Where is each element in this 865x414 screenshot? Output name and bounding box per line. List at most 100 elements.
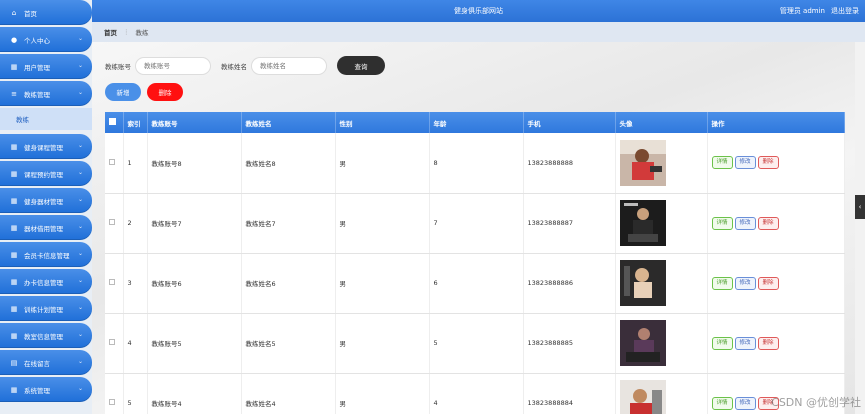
sidebar-item[interactable]: ▦ 用户管理 ⌄ [0, 54, 92, 79]
detail-button[interactable]: 详情 [711, 276, 733, 290]
cell-age: 8 [429, 133, 524, 194]
cell-actions: 详情 修改 删除 [707, 133, 845, 194]
sidebar-item[interactable]: ▦ 健身课程管理 ⌄ [0, 134, 92, 159]
cell-actions: 详情 修改 删除 [707, 193, 845, 254]
row-delete-button[interactable]: 删除 [757, 336, 779, 350]
avatar-image [619, 260, 707, 306]
edit-button[interactable]: 修改 [734, 336, 756, 350]
cell-gender: 男 [335, 373, 430, 414]
cell-age: 4 [429, 373, 524, 414]
cell-gender: 男 [335, 193, 430, 254]
sidebar-item[interactable]: ▦ 会员卡信息管理 ⌄ [0, 242, 92, 267]
cell-phone: 13823888885 [523, 313, 616, 374]
action-bar: 新增 删除 [105, 83, 183, 101]
cell-account: 教练账号6 [147, 253, 242, 314]
cell-name: 教练姓名8 [241, 133, 336, 194]
collapse-handle[interactable]: ‹ [855, 195, 865, 219]
cell-age: 5 [429, 313, 524, 374]
grid-icon: ▦ [10, 277, 18, 286]
chevron-down-icon: ⌄ [77, 358, 83, 365]
row-select-cell[interactable] [105, 133, 124, 194]
row-select-cell[interactable] [105, 313, 124, 374]
cell-name: 教练姓名4 [241, 373, 336, 414]
sidebar-item[interactable]: ▦ 器材借用管理 ⌄ [0, 215, 92, 240]
breadcrumb-separator: ⋮ [123, 28, 130, 36]
sidebar-item[interactable]: ● 个人中心 ⌄ [0, 27, 92, 52]
query-button[interactable]: 查询 [337, 56, 385, 75]
sidebar-subitem-coach[interactable]: 教练 [0, 108, 92, 130]
header-avatar: 头像 [615, 112, 708, 133]
breadcrumb-home[interactable]: 首页 [104, 27, 117, 37]
header-account: 教练账号 [147, 112, 242, 133]
sidebar-item[interactable]: ▦ 系统管理 ⌄ [0, 377, 92, 402]
detail-button[interactable]: 详情 [711, 156, 733, 170]
row-checkbox[interactable] [109, 339, 115, 345]
cell-age: 7 [429, 193, 524, 254]
sidebar-item[interactable]: ▦ 健身器材管理 ⌄ [0, 188, 92, 213]
grid-icon: ▦ [10, 250, 18, 259]
header-name: 教练姓名 [241, 112, 336, 133]
sidebar-item[interactable]: ≡ 教练管理 ⌄ [0, 81, 92, 106]
select-all-checkbox[interactable] [109, 118, 116, 125]
logout-link[interactable]: 退出登录 [831, 6, 859, 16]
name-search-input[interactable] [251, 56, 327, 75]
chevron-down-icon: ⌄ [77, 142, 83, 149]
header-index: 索引 [123, 112, 148, 133]
detail-button[interactable]: 详情 [711, 336, 733, 350]
message-icon: ▤ [10, 358, 18, 367]
edit-button[interactable]: 修改 [734, 396, 756, 410]
row-delete-button[interactable]: 删除 [757, 276, 779, 290]
cell-gender: 男 [335, 313, 430, 374]
header-age: 年龄 [429, 112, 524, 133]
detail-button[interactable]: 详情 [711, 396, 733, 410]
sidebar-item-label: 用户管理 [24, 63, 50, 72]
edit-button[interactable]: 修改 [734, 156, 756, 170]
cell-phone: 13823888886 [523, 253, 616, 314]
cell-name: 教练姓名5 [241, 313, 336, 374]
row-select-cell[interactable] [105, 193, 124, 254]
cell-actions: 详情 修改 删除 [707, 313, 845, 374]
sidebar-item[interactable]: ▦ 训练计划管理 ⌄ [0, 296, 92, 321]
detail-button[interactable]: 详情 [711, 216, 733, 230]
row-checkbox[interactable] [109, 279, 115, 285]
edit-button[interactable]: 修改 [734, 276, 756, 290]
sidebar-item-label: 首页 [24, 9, 37, 18]
cell-phone: 13823888887 [523, 193, 616, 254]
watermark: CSDN @优创学社 [771, 396, 861, 409]
header-gender: 性别 [335, 112, 430, 133]
cell-account: 教练账号7 [147, 193, 242, 254]
sidebar-item[interactable]: ▦ 办卡信息管理 ⌄ [0, 269, 92, 294]
table-row: 1 教练账号8 教练姓名8 男 8 13823888888 详情 修改 删除 [105, 133, 845, 194]
row-select-cell[interactable] [105, 253, 124, 314]
sidebar-item[interactable]: ▤ 在线留言 ⌄ [0, 350, 92, 375]
select-all-header[interactable] [105, 112, 124, 133]
cell-index: 4 [123, 313, 148, 374]
grid-icon: ▦ [10, 223, 18, 232]
grid-icon: ▦ [10, 169, 18, 178]
sidebar-item[interactable]: ▦ 教室信息管理 ⌄ [0, 323, 92, 348]
row-checkbox[interactable] [109, 399, 115, 405]
chevron-down-icon: ⌄ [77, 62, 83, 69]
chevron-down-icon: ⌄ [77, 223, 83, 230]
chevron-down-icon: ⌄ [77, 385, 83, 392]
grid-icon: ▦ [10, 331, 18, 340]
sidebar-item[interactable]: ▦ 课程预约管理 ⌄ [0, 161, 92, 186]
row-checkbox[interactable] [109, 158, 115, 165]
cell-phone: 13823888888 [523, 133, 616, 194]
row-checkbox[interactable] [109, 219, 115, 225]
cell-avatar [615, 133, 708, 194]
row-delete-button[interactable]: 删除 [757, 216, 779, 230]
row-select-cell[interactable] [105, 373, 124, 414]
chevron-down-icon: ⌄ [77, 89, 83, 96]
grid-icon: ▦ [10, 62, 18, 71]
sidebar-item[interactable]: ⌂ 首页 [0, 0, 92, 25]
avatar-image [619, 380, 707, 414]
add-button[interactable]: 新增 [105, 83, 141, 101]
account-search-input[interactable] [135, 56, 211, 75]
chevron-down-icon: ⌄ [77, 331, 83, 338]
row-delete-button[interactable]: 删除 [757, 156, 779, 170]
cell-gender: 男 [335, 133, 430, 194]
cell-index: 1 [123, 133, 148, 194]
edit-button[interactable]: 修改 [734, 216, 756, 230]
delete-button[interactable]: 删除 [147, 83, 183, 101]
